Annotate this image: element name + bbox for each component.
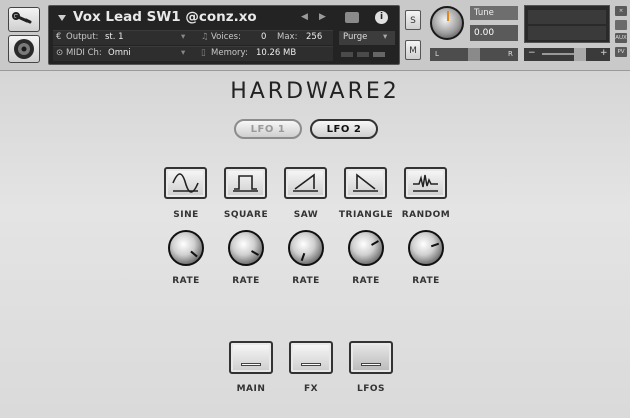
random-label: RANDOM <box>401 210 451 220</box>
plugin-title: HARDWARE2 <box>230 79 400 104</box>
cpu-meter-3 <box>373 52 385 57</box>
random-rate-label: RATE <box>412 276 440 286</box>
sine-wave-icon <box>172 173 199 193</box>
instrument-panel: Vox Lead SW1 @conz.xo ◀ ▶ i € Output: st… <box>48 5 400 65</box>
square-wave-icon <box>233 175 258 192</box>
pan-right-label: R <box>508 50 513 58</box>
midi-icon: ⊙ <box>56 48 64 58</box>
instrument-name[interactable]: Vox Lead SW1 @conz.xo <box>73 9 257 25</box>
cpu-meter-1 <box>341 52 353 57</box>
mute-button[interactable]: M <box>405 40 421 60</box>
button-bar-icon <box>361 363 381 366</box>
cpu-meter-2 <box>357 52 369 57</box>
triangle-rate-label: RATE <box>352 276 380 286</box>
voices-icon: ♫ <box>201 32 209 42</box>
lfos-page-button[interactable] <box>349 341 393 374</box>
square-rate-knob[interactable] <box>228 230 264 266</box>
memory-icon: ▯ <box>201 48 206 58</box>
tune-knob-indicator <box>447 11 449 21</box>
main-page-button[interactable] <box>229 341 273 374</box>
collapse-arrow-icon[interactable] <box>58 15 66 21</box>
instrument-output-button[interactable] <box>8 35 40 63</box>
triangle-wave-icon <box>353 173 378 192</box>
purge-label: Purge <box>343 32 368 42</box>
prev-instrument-icon[interactable]: ◀ <box>301 12 308 22</box>
knob-indicator <box>370 240 379 246</box>
fx-page-button[interactable] <box>289 341 333 374</box>
next-instrument-icon[interactable]: ▶ <box>319 12 326 22</box>
volume-slider[interactable]: − + <box>524 48 610 61</box>
button-bar-icon <box>241 363 261 366</box>
sine-rate-knob[interactable] <box>168 230 204 266</box>
knob-indicator <box>431 242 440 247</box>
pan-left-label: L <box>435 50 439 58</box>
output-label: Output: <box>66 32 99 42</box>
tune-label: Tune <box>470 6 518 20</box>
sine-rate-label: RATE <box>172 276 200 286</box>
max-voices-label: Max: <box>277 32 298 42</box>
level-meter-left <box>528 10 606 24</box>
output-dropdown-icon[interactable]: ▾ <box>181 32 185 42</box>
knob-indicator <box>300 253 305 262</box>
memory-value: 10.26 MB <box>256 48 297 58</box>
tab-lfo-1[interactable]: LFO 1 <box>234 119 302 139</box>
output-icon: € <box>56 32 62 42</box>
output-level-meter <box>524 5 610 43</box>
memory-label: Memory: <box>211 48 248 58</box>
triangle-rate-knob[interactable] <box>348 230 384 266</box>
tune-knob[interactable] <box>430 6 464 40</box>
purge-dropdown[interactable]: Purge ▾ <box>339 31 395 45</box>
tune-value[interactable]: 0.00 <box>470 25 518 41</box>
saw-button[interactable] <box>284 167 327 199</box>
random-button[interactable] <box>404 167 447 199</box>
saw-wave-icon <box>293 173 318 192</box>
midi-row: ⊙ MIDI Ch: Omni ▾ ▯ Memory: 10.26 MB <box>53 46 333 61</box>
speaker-icon <box>14 39 34 59</box>
midi-dropdown-icon[interactable]: ▾ <box>181 48 185 58</box>
instrument-header: Vox Lead SW1 @conz.xo ◀ ▶ i € Output: st… <box>0 0 630 71</box>
tab-lfo-2[interactable]: LFO 2 <box>310 119 378 139</box>
saw-rate-knob[interactable] <box>288 230 324 266</box>
wrench-icon <box>12 12 32 24</box>
random-rate-knob[interactable] <box>408 230 444 266</box>
saw-rate-label: RATE <box>292 276 320 286</box>
info-icon[interactable]: i <box>375 11 388 24</box>
voices-value: 0 <box>261 32 267 42</box>
square-rate-label: RATE <box>232 276 260 286</box>
instrument-edit-button[interactable] <box>8 7 40 32</box>
solo-button[interactable]: S <box>405 10 421 30</box>
close-instrument-button[interactable]: × <box>615 6 627 16</box>
volume-plus-icon[interactable]: + <box>600 48 608 58</box>
fx-label: FX <box>303 384 319 394</box>
plugin-panel: HARDWARE2 LFO 1 LFO 2 SINE SQUARE SAW TR… <box>0 71 630 418</box>
minimize-icon[interactable] <box>615 20 627 30</box>
output-row: € Output: st. 1 ▾ ♫ Voices: 0 Max: 256 <box>53 30 333 45</box>
knob-indicator <box>250 250 259 256</box>
aux-button[interactable]: AUX <box>615 33 627 43</box>
pan-slider[interactable]: L R <box>430 48 518 61</box>
volume-minus-icon[interactable]: − <box>528 48 536 58</box>
main-label: MAIN <box>236 384 266 394</box>
random-wave-icon <box>413 174 438 192</box>
knob-indicator <box>189 251 198 258</box>
volume-handle[interactable] <box>574 48 586 61</box>
pv-button[interactable]: PV <box>615 47 627 57</box>
sine-button[interactable] <box>164 167 207 199</box>
button-bar-icon <box>301 363 321 366</box>
midi-channel-value[interactable]: Omni <box>108 48 131 58</box>
max-voices-value[interactable]: 256 <box>306 32 322 42</box>
camera-icon[interactable] <box>345 12 359 23</box>
volume-track <box>542 53 574 55</box>
lfos-label: LFOS <box>356 384 385 394</box>
voices-label: Voices: <box>211 32 241 42</box>
midi-channel-label: MIDI Ch: <box>66 48 102 58</box>
pan-handle[interactable] <box>468 48 480 61</box>
purge-dropdown-icon: ▾ <box>383 32 388 42</box>
output-value[interactable]: st. 1 <box>105 32 124 42</box>
level-meter-right <box>528 26 606 40</box>
square-button[interactable] <box>224 167 267 199</box>
triangle-button[interactable] <box>344 167 387 199</box>
